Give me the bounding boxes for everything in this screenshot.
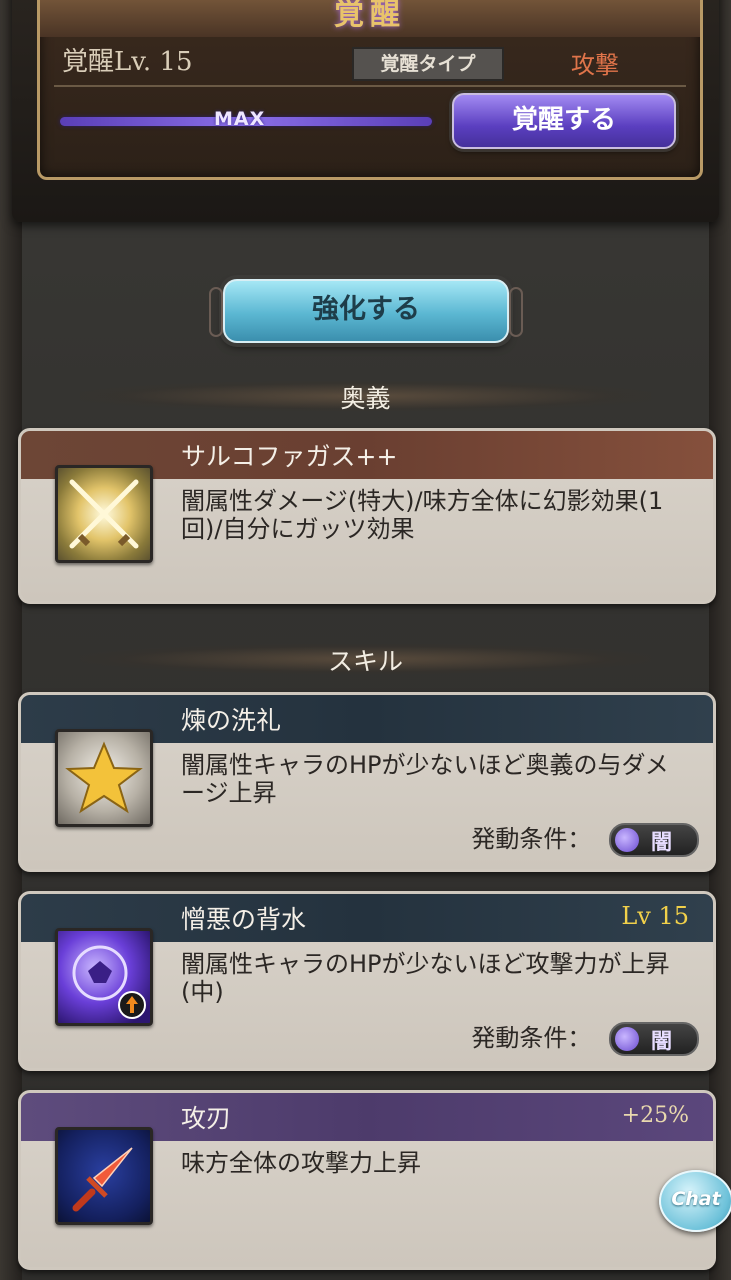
skill-level: Lv 15 <box>621 902 689 930</box>
condition-label: 発動条件： <box>471 825 592 853</box>
ougi-description: 闇属性ダメージ(特大)/味方全体に幻影効果(1回)/自分にガッツ効果 <box>181 487 664 543</box>
awakening-type-value: 攻撃 <box>571 51 619 79</box>
section-header-ougi: 奥義 <box>80 381 651 413</box>
button-ornament-left <box>209 287 223 337</box>
sword-icon <box>55 1127 153 1225</box>
crossed-swords-icon <box>55 465 153 563</box>
awakening-title-bar: 覚醒 <box>40 0 700 37</box>
section-header-skills: スキル <box>80 644 651 676</box>
skill-condition: 発動条件： 闇 <box>471 1018 699 1056</box>
awakening-panel: 覚醒 覚醒Lv. 15 覚醒タイプ 攻撃 MAX 覚醒する <box>37 0 703 180</box>
support-description: 味方全体の攻撃力上昇 <box>181 1149 421 1177</box>
awakening-level: 覚醒Lv. 15 <box>62 47 193 77</box>
awaken-button[interactable]: 覚醒する <box>452 93 676 149</box>
skill-card[interactable]: 憎悪の背水 Lv 15 闇属性キャラのHPが少ないほど攻撃力が上昇(中) 発動条… <box>18 891 716 1071</box>
skill-name: 憎悪の背水 <box>181 905 307 934</box>
support-name: 攻刃 <box>181 1104 232 1133</box>
skill-name: 煉の洗礼 <box>181 706 282 735</box>
support-bonus: +25% <box>621 1103 689 1128</box>
star-icon <box>55 729 153 827</box>
awakening-type-label: 覚醒タイプ <box>352 47 504 81</box>
dark-emblem-icon <box>55 928 153 1026</box>
awakening-progress-label: MAX <box>214 108 266 130</box>
awakening-title: 覚醒 <box>334 0 406 32</box>
ougi-card[interactable]: サルコファガス++ 闇属性ダメージ(特大)/味方全体に幻影効果(1回)/自分にガ… <box>18 428 716 604</box>
section-title-skills: スキル <box>327 647 403 676</box>
enhance-button-label: 強化する <box>312 294 420 325</box>
element-glyph: 闇 <box>651 1029 672 1053</box>
dark-swirl-icon <box>615 828 639 852</box>
skill-description: 闇属性キャラのHPが少ないほど奥義の与ダメージ上昇 <box>181 751 669 807</box>
dark-element-badge: 闇 <box>609 823 699 857</box>
skill-card[interactable]: 煉の洗礼 闇属性キャラのHPが少ないほど奥義の与ダメージ上昇 発動条件： 闇 <box>18 692 716 872</box>
chat-button[interactable]: Chat <box>659 1170 731 1232</box>
support-card[interactable]: 攻刃 +25% 味方全体の攻撃力上昇 <box>18 1090 716 1270</box>
element-glyph: 闇 <box>651 830 672 854</box>
skill-description: 闇属性キャラのHPが少ないほど攻撃力が上昇(中) <box>181 950 670 1006</box>
dark-swirl-icon <box>615 1027 639 1051</box>
button-ornament-right <box>509 287 523 337</box>
dark-element-badge: 闇 <box>609 1022 699 1056</box>
skill-condition: 発動条件： 闇 <box>471 819 699 857</box>
divider <box>54 85 686 87</box>
condition-label: 発動条件： <box>471 1024 592 1052</box>
ougi-name: サルコファガス++ <box>181 442 398 471</box>
section-title-ougi: 奥義 <box>340 384 391 413</box>
enhance-button[interactable]: 強化する <box>209 279 523 343</box>
